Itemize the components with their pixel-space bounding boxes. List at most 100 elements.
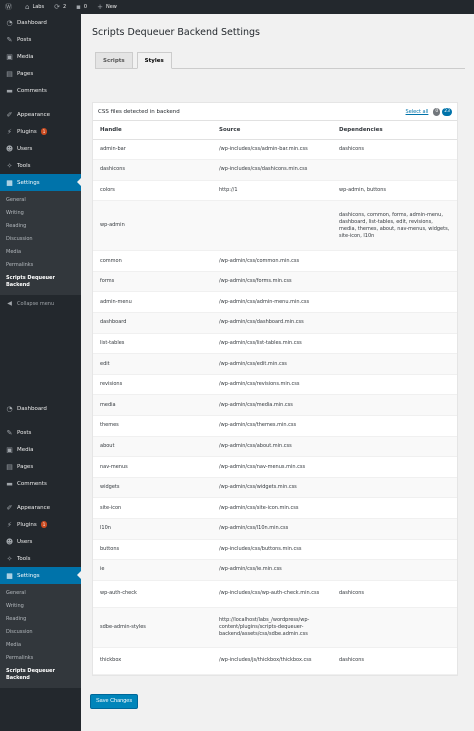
sidebar-item-pages[interactable]: ▤ Pages [0, 458, 81, 475]
table-row[interactable]: wp-auth-check/wp-includes/css/wp-auth-ch… [93, 580, 457, 608]
sidebar-item-media[interactable]: ▣ Media [0, 48, 81, 65]
submenu-reading[interactable]: Reading [0, 220, 81, 233]
plugins-update-badge: 1 [40, 128, 48, 135]
cell-deps [332, 607, 457, 648]
sidebar-item-plugins[interactable]: ⚡ Plugins 1 [0, 123, 81, 140]
submenu-general[interactable]: General [0, 194, 81, 207]
table-row[interactable]: list-tables/wp-admin/css/list-tables.min… [93, 333, 457, 355]
cell-handle: common [93, 250, 212, 272]
sidebar-item-tools[interactable]: ✧ Tools [0, 157, 81, 174]
cell-deps [332, 394, 457, 417]
table-row[interactable]: ie/wp-admin/css/ie.min.css [93, 559, 457, 581]
table-row[interactable]: forms/wp-admin/css/forms.min.css [93, 271, 457, 293]
sidebar-item-appearance[interactable]: ✐ Appearance [0, 106, 81, 123]
sidebar-item-posts[interactable]: ✎ Posts [0, 424, 81, 441]
sidebar-item-appearance[interactable]: ✐ Appearance [0, 499, 81, 516]
sidebar-item-media[interactable]: ▣ Media [0, 441, 81, 458]
submenu-writing[interactable]: Writing [0, 600, 81, 613]
sidebar-item-plugins[interactable]: ⚡ Plugins 1 [0, 516, 81, 533]
submenu-discussion[interactable]: Discussion [0, 626, 81, 639]
cell-deps [332, 271, 457, 293]
main-content: Scripts Dequeuer Backend Settings Script… [81, 14, 474, 731]
table-row[interactable]: site-icon/wp-admin/css/site-icon.min.css [93, 497, 457, 519]
css-files-panel: CSS files detected in backend Select all… [92, 102, 458, 676]
table-row[interactable]: l10n/wp-admin/css/l10n.min.css [93, 518, 457, 540]
collapse-menu-button[interactable]: ◀ Collapse menu [0, 295, 81, 312]
sidebar-item-settings[interactable]: ▦ Settings [0, 174, 81, 191]
cell-handle: ie [93, 559, 212, 581]
submenu-writing[interactable]: Writing [0, 207, 81, 220]
sidebar-item-dashboard[interactable]: ◔ Dashboard [0, 400, 81, 417]
table-row[interactable]: common/wp-admin/css/common.min.css [93, 250, 457, 272]
page-icon: ▤ [6, 69, 13, 78]
table-row[interactable]: thickbox/wp-includes/js/thickbox/thickbo… [93, 647, 457, 675]
table-row[interactable]: themes/wp-admin/css/themes.min.css [93, 415, 457, 437]
comment-icon: ▪ [76, 3, 81, 11]
table-row[interactable]: revisions/wp-admin/css/revisions.min.css [93, 374, 457, 396]
cell-handle: admin-menu [93, 291, 212, 314]
submenu-permalinks[interactable]: Permalinks [0, 259, 81, 272]
cell-deps [332, 436, 457, 458]
media-icon: ▣ [6, 52, 13, 61]
table-row[interactable]: colors http://1 wp-admin, buttons [93, 180, 457, 202]
cell-deps [332, 250, 457, 272]
updates-link[interactable]: ⟳ 2 [49, 0, 71, 14]
table-row[interactable]: sdbe-admin-styles http://localhost/labs_/… [93, 607, 457, 648]
sidebar-item-dashboard[interactable]: ◔ Dashboard [0, 14, 81, 31]
table-row[interactable]: media/wp-admin/css/media.min.css [93, 394, 457, 417]
submenu-scripts-dequeuer[interactable]: Scripts Dequeuer Backend [0, 272, 81, 292]
sidebar-item-settings[interactable]: ▦ Settings [0, 567, 81, 584]
submenu-media[interactable]: Media [0, 246, 81, 259]
submenu-discussion[interactable]: Discussion [0, 233, 81, 246]
comments-link[interactable]: ▪ 0 [71, 0, 92, 14]
sidebar-item-comments[interactable]: ▬ Comments [0, 475, 81, 492]
plugin-icon: ⚡ [7, 127, 12, 136]
table-row[interactable]: admin-menu/wp-admin/css/admin-menu.min.c… [93, 291, 457, 314]
select-all-link[interactable]: Select all [406, 109, 429, 115]
wordpress-logo-icon[interactable]: Ⓦ [0, 0, 20, 14]
cell-handle: buttons [93, 539, 212, 561]
tab-styles[interactable]: Styles [136, 52, 172, 69]
sidebar-item-users[interactable]: ☻ Users [0, 140, 81, 157]
settings-tabs: Scripts Styles [95, 52, 465, 69]
cell-handle: widgets [93, 477, 212, 499]
table-row[interactable]: nav-menus/wp-admin/css/nav-menus.min.css [93, 456, 457, 478]
save-changes-button[interactable]: Save Changes [90, 694, 139, 709]
table-row[interactable]: widgets/wp-admin/css/widgets.min.css [93, 477, 457, 499]
sidebar-item-comments[interactable]: ▬ Comments [0, 82, 81, 99]
settings-icon: ▦ [6, 571, 13, 580]
sidebar-item-pages[interactable]: ▤ Pages [0, 65, 81, 82]
plugin-icon: ⚡ [7, 520, 12, 529]
submenu-media[interactable]: Media [0, 639, 81, 652]
submenu-reading[interactable]: Reading [0, 613, 81, 626]
submenu-scripts-dequeuer[interactable]: Scripts Dequeuer Backend [0, 665, 81, 685]
settings-icon: ▦ [6, 178, 13, 187]
sidebar-item-posts[interactable]: ✎ Posts [0, 31, 81, 48]
cell-handle: admin-bar [93, 139, 212, 161]
cell-source: /wp-admin/css/l10n.min.css [212, 518, 332, 540]
site-name-link[interactable]: ⌂ Labs [20, 0, 49, 14]
table-row[interactable]: dashboard/wp-admin/css/dashboard.min.css [93, 312, 457, 334]
cell-deps: wp-admin, buttons [332, 180, 457, 202]
table-row[interactable]: buttons/wp-includes/css/buttons.min.css [93, 539, 457, 561]
media-icon: ▣ [6, 445, 13, 454]
sidebar-item-users[interactable]: ☻ Users [0, 533, 81, 550]
brush-icon: ✐ [6, 110, 13, 119]
table-row[interactable]: dashicons/wp-includes/css/dashicons.min.… [93, 159, 457, 181]
cell-deps: dashicons [332, 580, 457, 608]
tab-scripts[interactable]: Scripts [95, 52, 133, 69]
table-row[interactable]: wp-admin dashicons, common, forms, admin-… [93, 200, 457, 252]
users-icon: ☻ [5, 144, 14, 153]
new-content-link[interactable]: + New [92, 0, 122, 14]
cell-deps: dashicons, common, forms, admin-menu, da… [332, 200, 457, 252]
submenu-general[interactable]: General [0, 587, 81, 600]
comment-icon: ▬ [6, 479, 13, 488]
sidebar-item-tools[interactable]: ✧ Tools [0, 550, 81, 567]
table-row[interactable]: admin-bar/wp-includes/css/admin-bar.min.… [93, 139, 457, 161]
table-row[interactable]: about/wp-admin/css/about.min.css [93, 436, 457, 458]
cell-source: /wp-admin/css/forms.min.css [212, 271, 332, 293]
submenu-permalinks[interactable]: Permalinks [0, 652, 81, 665]
cell-deps: dashicons [332, 647, 457, 675]
table-row[interactable]: edit/wp-admin/css/edit.min.css [93, 353, 457, 375]
pin-icon: ✎ [6, 428, 13, 437]
